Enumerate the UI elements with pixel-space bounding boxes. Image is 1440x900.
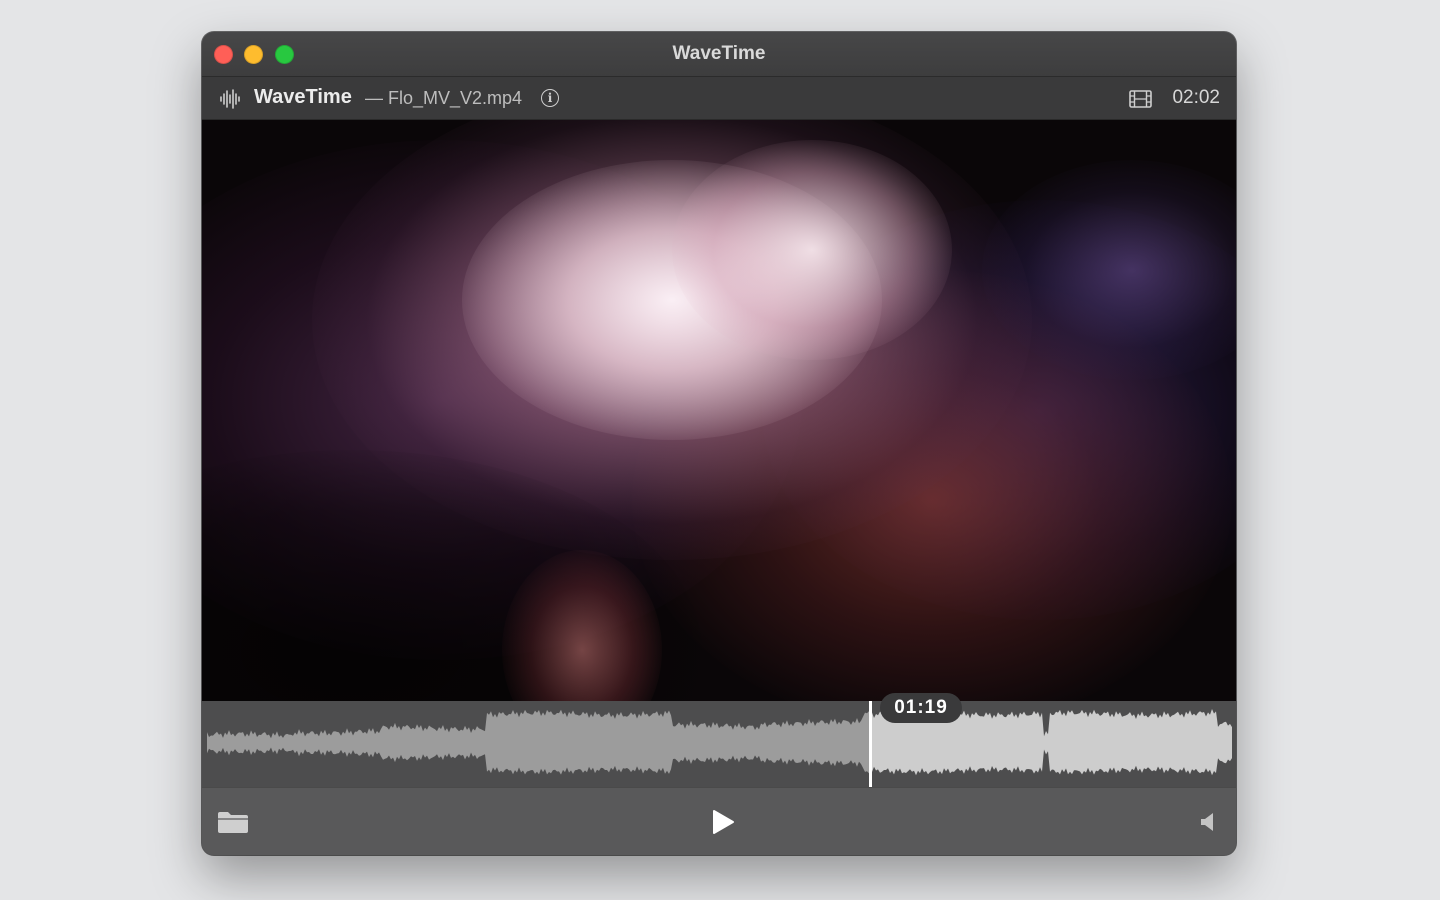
window-title: WaveTime xyxy=(672,43,766,64)
current-time-label: 01:19 xyxy=(880,693,962,723)
file-name: — Flo_MV_V2.mp4 xyxy=(365,88,523,108)
title-bar[interactable]: WaveTime xyxy=(202,32,1236,77)
play-icon[interactable] xyxy=(710,808,736,836)
app-name: WaveTime xyxy=(254,86,352,108)
waveform-played xyxy=(207,709,870,775)
folder-icon[interactable] xyxy=(217,810,249,834)
app-window: WaveTime WaveTime — Flo_MV_V2.mp4 i 02:0… xyxy=(202,32,1236,855)
info-icon[interactable]: i xyxy=(541,89,559,107)
video-frame[interactable] xyxy=(202,120,1236,701)
playhead[interactable] xyxy=(869,701,872,787)
waveform-icon xyxy=(220,89,240,109)
duration-label: 02:02 xyxy=(1172,87,1220,108)
control-bar xyxy=(202,787,1236,855)
waveform xyxy=(207,709,1232,776)
film-icon[interactable] xyxy=(1129,90,1152,108)
toolbar: WaveTime — Flo_MV_V2.mp4 i 02:02 xyxy=(202,77,1236,120)
volume-icon[interactable] xyxy=(1200,812,1218,832)
waveform-timeline[interactable]: 01:19 xyxy=(202,693,1236,787)
